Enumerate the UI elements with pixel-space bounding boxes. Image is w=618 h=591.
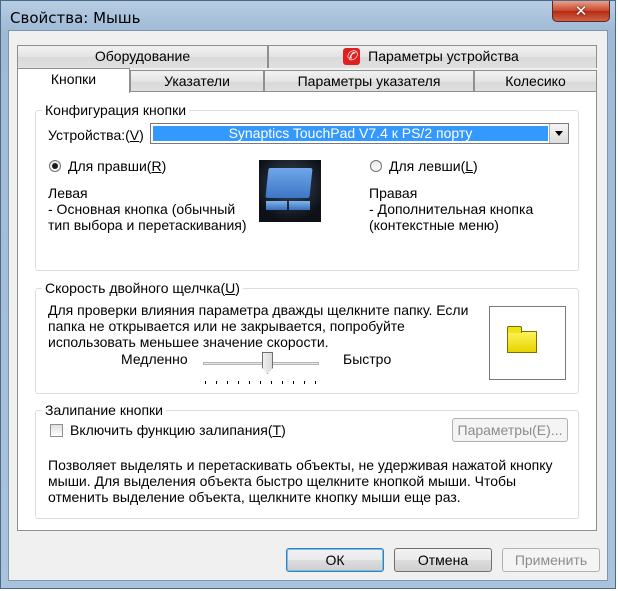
tab-buttons[interactable]: Кнопки <box>17 68 130 93</box>
test-folder-area[interactable] <box>489 306 566 380</box>
device-select-value: Synaptics TouchPad V7.4 к PS/2 порту <box>153 126 548 141</box>
click-lock-settings-button[interactable]: Параметры(E)... <box>452 418 568 442</box>
speed-slider-track[interactable] <box>203 362 319 365</box>
group-label: Конфигурация кнопки <box>42 102 190 118</box>
cancel-button[interactable]: Отмена <box>394 548 492 572</box>
tab-device-settings[interactable]: Параметры устройства <box>268 45 597 68</box>
tab-hardware[interactable]: Оборудование <box>17 45 268 68</box>
group-label: Залипание кнопки <box>42 402 166 418</box>
left-handed-label[interactable]: Для левши(L) <box>389 158 478 174</box>
folder-icon[interactable] <box>507 326 537 353</box>
left-button-description: - Основная кнопка (обычный тип выбора и … <box>48 201 247 233</box>
fast-label: Быстро <box>343 351 392 367</box>
click-lock-checkbox[interactable] <box>50 424 63 437</box>
device-select[interactable]: Synaptics TouchPad V7.4 к PS/2 порту <box>150 123 569 144</box>
right-handed-radio[interactable] <box>49 160 61 172</box>
left-handed-radio[interactable] <box>370 160 382 172</box>
ok-button[interactable]: ОК <box>286 548 384 572</box>
touchpad-image <box>259 160 321 222</box>
click-lock-label[interactable]: Включить функцию залипания(T) <box>70 422 286 438</box>
right-button-description: - Дополнительная кнопка (контекстные мен… <box>369 201 534 233</box>
synaptics-icon: ✆ <box>343 48 360 65</box>
right-button-title: Правая <box>369 185 418 201</box>
right-handed-label[interactable]: Для правши(R) <box>68 158 166 174</box>
apply-button[interactable]: Применить <box>502 548 600 572</box>
group-label: Скорость двойного щелчка(U) <box>42 280 243 296</box>
tab-label: Параметры указателя <box>297 73 441 89</box>
tab-wheel[interactable]: Колесико <box>474 70 597 93</box>
tab-label: Кнопки <box>50 71 97 87</box>
tab-pointers[interactable]: Указатели <box>130 70 264 93</box>
tab-label: Колесико <box>505 73 566 89</box>
left-button-title: Левая <box>48 185 88 201</box>
tab-label: Параметры устройства <box>368 48 519 64</box>
tab-pointer-options[interactable]: Параметры указателя <box>264 70 474 93</box>
device-label: Устройства:(V) <box>48 127 144 143</box>
tab-label: Оборудование <box>94 48 191 64</box>
slow-label: Медленно <box>121 351 188 367</box>
window-title: Свойства: Мышь <box>10 9 141 27</box>
close-button[interactable]: ✕ <box>552 1 610 22</box>
click-lock-description: Позволяет выделять и перетаскивать объек… <box>48 457 553 505</box>
chevron-down-icon[interactable] <box>549 124 568 143</box>
tab-label: Указатели <box>164 73 230 89</box>
close-icon: ✕ <box>574 2 588 20</box>
double-click-description: Для проверки влияния параметра дважды ще… <box>48 302 469 350</box>
